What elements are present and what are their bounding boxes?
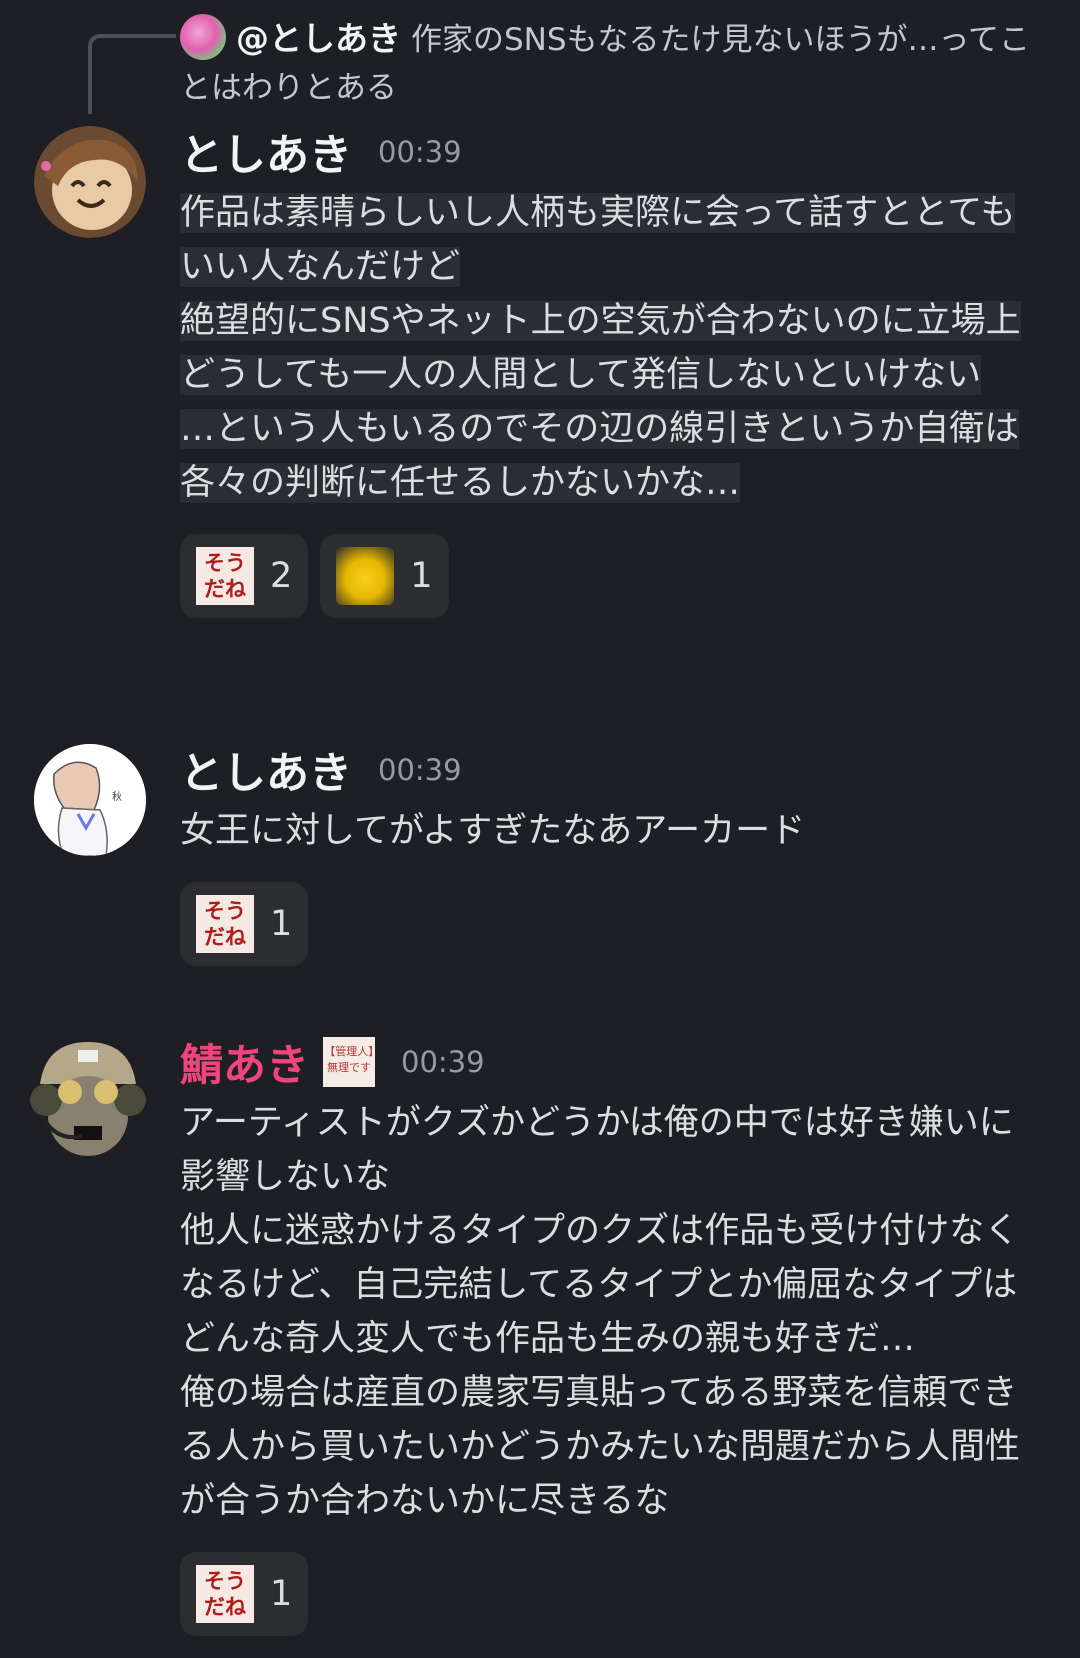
reaction-count: 2 — [270, 556, 293, 596]
message-line: …という人もいるのでその辺の線引きというか自衛は各々の判断に任せるしかないかな… — [180, 409, 1020, 503]
reaction-souda[interactable]: そう だね 1 — [180, 882, 309, 966]
timestamp[interactable]: 00:39 — [378, 135, 462, 169]
svg-text:秋: 秋 — [112, 790, 122, 803]
reply-author[interactable]: @としあき — [236, 19, 401, 58]
reaction-pikachu[interactable]: 1 — [320, 534, 449, 618]
pikachu-icon — [336, 547, 395, 605]
avatar[interactable] — [34, 126, 146, 238]
reaction-count: 1 — [270, 904, 293, 944]
message-line: 女王に対してがよすぎたなあアーカード — [180, 811, 806, 851]
avatar[interactable] — [26, 1032, 150, 1156]
author-name[interactable]: 鯖あき — [180, 1031, 309, 1093]
reaction-souda[interactable]: そう だね 2 — [180, 534, 309, 618]
souda-emoji-icon: そう だね — [196, 895, 254, 953]
souda-emoji-icon: そう だね — [196, 547, 254, 605]
reply-connector — [88, 34, 176, 114]
reaction-count: 1 — [270, 1574, 293, 1614]
role-badge[interactable]: 【管理人】無理です — [323, 1037, 375, 1087]
author-name[interactable]: としあき — [180, 121, 352, 183]
reply-preview[interactable]: @としあき 作家のSNSもなるたけ見ないほうが…ってことはわりとある — [180, 14, 1030, 112]
reactions: そう だね 2 1 — [180, 534, 1030, 618]
reactions: そう だね 1 — [180, 1552, 1030, 1636]
message-line: アーティストがクズかどうかは俺の中では好き嫌いに影響しないな — [180, 1103, 1014, 1197]
message-line: 作品は素晴らしいし人柄も実際に会って話すととてもいい人なんだけど — [180, 193, 1016, 287]
author-name[interactable]: としあき — [180, 739, 352, 801]
timestamp[interactable]: 00:39 — [378, 753, 462, 787]
reaction-count: 1 — [410, 556, 433, 596]
reaction-souda[interactable]: そう だね 1 — [180, 1552, 309, 1636]
message-line: 絶望的にSNSやネット上の空気が合わないのに立場上どうしても一人の人間として発信… — [180, 301, 1021, 395]
reply-avatar[interactable] — [180, 14, 226, 60]
avatar[interactable]: 秋 — [34, 744, 146, 856]
timestamp[interactable]: 00:39 — [401, 1045, 485, 1079]
souda-emoji-icon: そう だね — [196, 1565, 254, 1623]
message-line: 俺の場合は産直の農家写真貼ってある野菜を信頼できる人から買いたいかどうかみたいな… — [180, 1373, 1021, 1521]
message-text: 女王に対してがよすぎたなあアーカード — [180, 804, 1030, 858]
message-text: 作品は素晴らしいし人柄も実際に会って話すととてもいい人なんだけど 絶望的にSNS… — [180, 186, 1030, 510]
reactions: そう だね 1 — [180, 882, 1030, 966]
message-text: アーティストがクズかどうかは俺の中では好き嫌いに影響しないな 他人に迷惑かけるタ… — [180, 1096, 1030, 1528]
message-line: 他人に迷惑かけるタイプのクズは作品も受け付けなくなるけど、自己完結してるタイプと… — [180, 1211, 1020, 1359]
